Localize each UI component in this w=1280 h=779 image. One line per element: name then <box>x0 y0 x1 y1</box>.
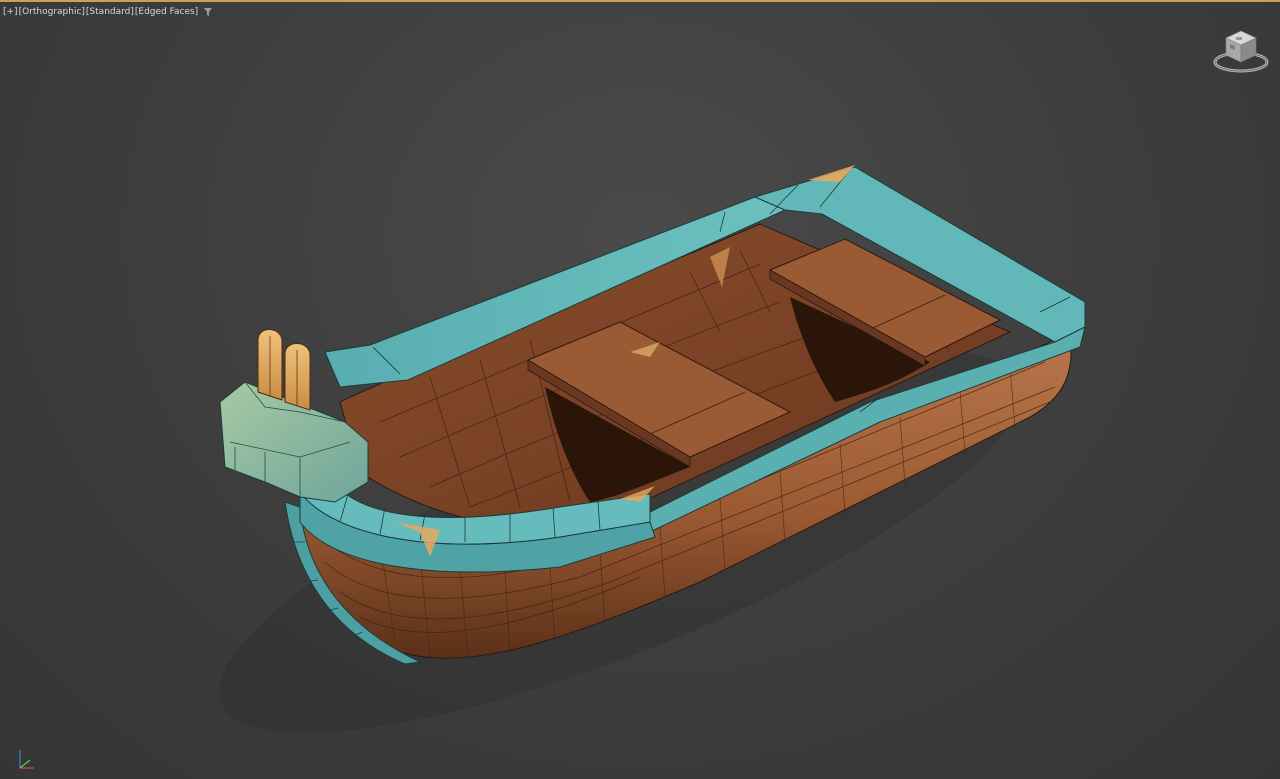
viewport[interactable]: [+] [Orthographic] [Standard] [Edged Fac… <box>0 0 1280 779</box>
axis-tripod-icon <box>19 750 34 769</box>
boat-3d-model[interactable] <box>0 2 1280 779</box>
